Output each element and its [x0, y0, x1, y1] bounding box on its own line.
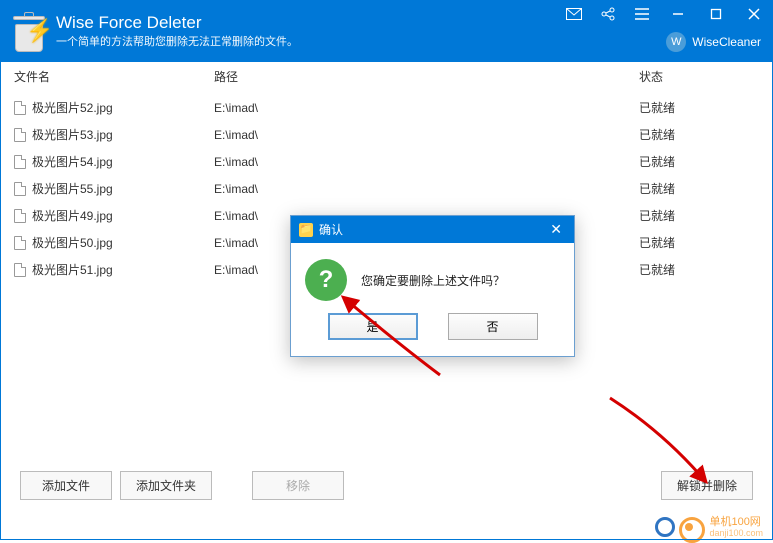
- file-status: 已就绪: [639, 99, 759, 116]
- file-icon: [14, 155, 26, 169]
- file-name: 极光图片49.jpg: [32, 207, 113, 224]
- file-status: 已就绪: [639, 207, 759, 224]
- file-status: 已就绪: [639, 126, 759, 143]
- minimize-button[interactable]: [659, 0, 697, 28]
- dialog-close-icon[interactable]: ✕: [546, 221, 566, 238]
- file-status: 已就绪: [639, 234, 759, 251]
- dialog-titlebar[interactable]: 📁 确认 ✕: [291, 216, 574, 243]
- file-path: E:\imad\: [214, 182, 639, 196]
- title-text: Wise Force Deleter 一个简单的方法帮助您删除无法正常删除的文件…: [56, 13, 298, 49]
- file-name: 极光图片53.jpg: [32, 126, 113, 143]
- file-status: 已就绪: [639, 261, 759, 278]
- file-status: 已就绪: [639, 153, 759, 170]
- watermark-eye-icon: [679, 517, 705, 537]
- file-icon: [14, 101, 26, 115]
- file-name: 极光图片55.jpg: [32, 180, 113, 197]
- col-name-header[interactable]: 文件名: [14, 68, 214, 85]
- file-icon: [14, 209, 26, 223]
- confirm-dialog: 📁 确认 ✕ ? 您确定要删除上述文件吗？ 是 否: [290, 215, 575, 357]
- watermark: 单机100网 danji100.com: [655, 516, 763, 538]
- table-row[interactable]: 极光图片55.jpg E:\imad\已就绪: [14, 175, 759, 202]
- file-name: 极光图片52.jpg: [32, 99, 113, 116]
- file-path: E:\imad\: [214, 101, 639, 115]
- file-path: E:\imad\: [214, 155, 639, 169]
- brand-label: WiseCleaner: [692, 35, 761, 49]
- window-controls: [557, 0, 773, 28]
- file-status: 已就绪: [639, 180, 759, 197]
- dialog-icon: 📁: [299, 223, 313, 237]
- file-name: 极光图片54.jpg: [32, 153, 113, 170]
- app-subtitle: 一个简单的方法帮助您删除无法正常删除的文件。: [56, 33, 298, 49]
- share-icon[interactable]: [591, 0, 625, 28]
- table-row[interactable]: 极光图片54.jpg E:\imad\已就绪: [14, 148, 759, 175]
- question-icon: ?: [305, 259, 347, 301]
- app-title: Wise Force Deleter: [56, 13, 298, 33]
- brand[interactable]: W WiseCleaner: [654, 28, 773, 58]
- bolt-icon: ⚡: [26, 18, 53, 44]
- watermark-ring-icon: [655, 517, 675, 537]
- file-path: E:\imad\: [214, 128, 639, 142]
- watermark-text: 单机100网: [709, 516, 763, 528]
- unlock-delete-button[interactable]: 解锁并删除: [661, 471, 753, 500]
- app-icon: ⚡: [10, 10, 48, 52]
- column-headers: 文件名 路径 状态: [0, 62, 773, 90]
- bottom-toolbar: 添加文件 添加文件夹 移除 解锁并删除: [0, 461, 773, 510]
- table-row[interactable]: 极光图片52.jpg E:\imad\已就绪: [14, 94, 759, 121]
- file-name: 极光图片50.jpg: [32, 234, 113, 251]
- file-icon: [14, 128, 26, 142]
- titlebar: ⚡ Wise Force Deleter 一个简单的方法帮助您删除无法正常删除的…: [0, 0, 773, 62]
- close-button[interactable]: [735, 0, 773, 28]
- mail-icon[interactable]: [557, 0, 591, 28]
- maximize-button[interactable]: [697, 0, 735, 28]
- menu-icon[interactable]: [625, 0, 659, 28]
- remove-button[interactable]: 移除: [252, 471, 344, 500]
- brand-badge-icon: W: [666, 32, 686, 52]
- file-icon: [14, 236, 26, 250]
- dialog-no-button[interactable]: 否: [448, 313, 538, 340]
- file-icon: [14, 263, 26, 277]
- col-status-header[interactable]: 状态: [639, 68, 759, 85]
- dialog-yes-button[interactable]: 是: [328, 313, 418, 340]
- dialog-title: 确认: [319, 221, 343, 238]
- add-folder-button[interactable]: 添加文件夹: [120, 471, 212, 500]
- col-path-header[interactable]: 路径: [214, 68, 639, 85]
- add-file-button[interactable]: 添加文件: [20, 471, 112, 500]
- table-row[interactable]: 极光图片53.jpg E:\imad\已就绪: [14, 121, 759, 148]
- file-name: 极光图片51.jpg: [32, 261, 113, 278]
- watermark-url: danji100.com: [709, 528, 763, 538]
- file-icon: [14, 182, 26, 196]
- dialog-message: 您确定要删除上述文件吗？: [361, 272, 505, 289]
